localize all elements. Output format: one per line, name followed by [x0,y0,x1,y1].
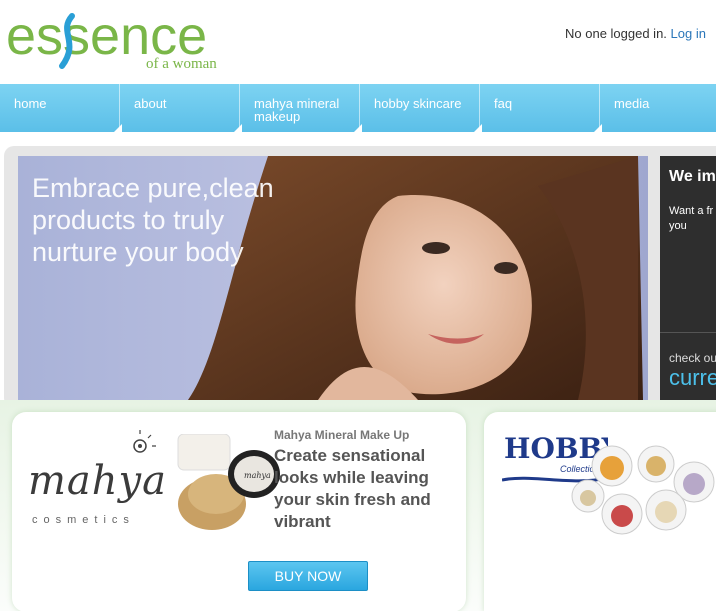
login-link[interactable]: Log in [671,26,706,41]
hobby-products-image [571,445,715,535]
hero-tagline: Embrace pure,clean products to truly nur… [32,173,274,267]
nav-item-media[interactable]: media [600,84,716,132]
mineral-powder-image: mahya [177,434,280,530]
side-panel-divider [660,332,716,333]
side-panel-current-link[interactable]: curre [669,365,716,391]
hero-image: Embrace pure,clean products to truly nur… [18,156,648,400]
nav-item-label: media [614,96,650,111]
nav-item-home[interactable]: home [0,84,122,132]
jar-label: mahya [244,471,271,480]
hobby-promo-card: HOBBY Collection [484,412,716,611]
nav-item-label: hobby skincare [374,96,462,111]
nav-item-label: about [134,96,167,111]
nav-item-label: faq [494,96,513,111]
mahya-brand-label: Mahya Mineral Make Up [274,428,410,442]
nav-item-hobby-skincare[interactable]: hobby skincare [360,84,482,132]
main-nav: home about mahya mineral makeup hobby sk… [0,84,716,132]
site-logo[interactable]: essence of a woman [6,6,236,72]
buy-now-button[interactable]: BUY NOW [248,561,368,591]
login-status-text: No one logged in. [565,26,667,41]
nav-item-about[interactable]: about [120,84,242,132]
mahya-logo-text: mahya [28,458,167,504]
logo-tagline: of a woman [146,56,217,72]
nav-item-mahya-mineral-makeup[interactable]: mahya mineral makeup [240,84,362,132]
side-panel-body: Want a fr body? Essence cosmetic help yo… [669,205,716,232]
side-panel: We im Want a fr body? Essence cosmetic h… [660,156,716,400]
side-panel-title: We im [669,168,716,185]
mahya-logo-subtext: cosmetics [32,514,135,526]
nav-item-label: mahya mineral makeup [254,96,340,124]
nav-item-label: home [14,96,47,111]
side-panel-check-text: check ou [669,351,716,365]
mahya-promo-card: mahya cosmetics mahya Mahya Mineral Make… [12,412,466,611]
mahya-headline: Create sensational looks while leaving y… [274,446,431,531]
login-status: No one logged in. Log in | [565,26,716,41]
mahya-logo: mahya cosmetics [28,430,178,532]
nav-item-faq[interactable]: faq [480,84,602,132]
